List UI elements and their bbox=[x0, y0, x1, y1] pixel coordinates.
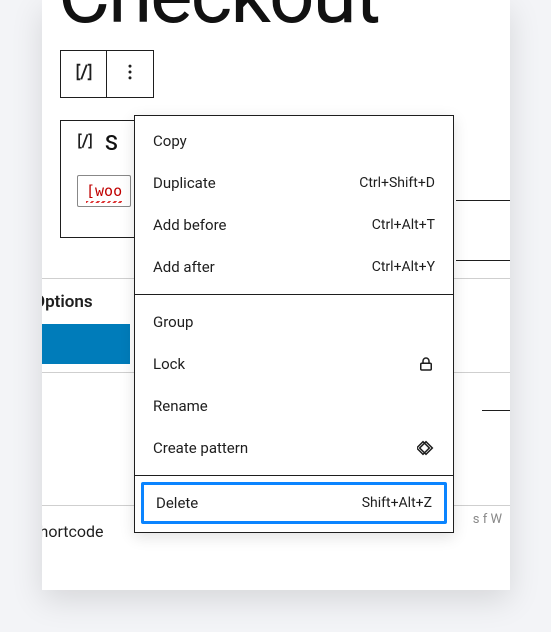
menu-item-shortcut: Ctrl+Alt+T bbox=[372, 217, 435, 233]
more-vertical-icon bbox=[120, 62, 140, 86]
page-title: Checkout bbox=[58, 0, 379, 42]
menu-item-label: Delete bbox=[156, 494, 198, 512]
pattern-icon bbox=[417, 439, 435, 457]
shortcode-icon bbox=[73, 61, 95, 87]
editor-card: Checkout S [wo bbox=[42, 0, 510, 590]
shortcode-input[interactable]: [woo bbox=[77, 175, 131, 207]
block-options-menu: Copy Duplicate Ctrl+Shift+D Add before C… bbox=[134, 115, 454, 533]
divider bbox=[456, 260, 510, 261]
menu-separator bbox=[135, 294, 453, 295]
divider bbox=[482, 410, 510, 411]
menu-item-label: Copy bbox=[153, 132, 187, 150]
page-options-label: e Options bbox=[42, 292, 93, 312]
shortcode-icon bbox=[75, 131, 95, 157]
menu-item-shortcut: Shift+Alt+Z bbox=[362, 495, 432, 511]
menu-item-group[interactable]: Group bbox=[135, 301, 453, 343]
menu-item-label: Rename bbox=[153, 397, 208, 415]
divider bbox=[456, 200, 510, 201]
more-options-button[interactable] bbox=[107, 51, 153, 97]
cutoff-text: s f W bbox=[473, 512, 502, 528]
menu-item-label: Add after bbox=[153, 258, 215, 276]
menu-item-label: Group bbox=[153, 313, 193, 331]
menu-item-rename[interactable]: Rename bbox=[135, 385, 453, 427]
menu-item-shortcut: Ctrl+Alt+Y bbox=[372, 259, 435, 275]
lock-icon bbox=[417, 355, 435, 373]
menu-separator bbox=[135, 475, 453, 476]
block-toolbar bbox=[60, 50, 154, 98]
block-header-text: S bbox=[105, 132, 118, 156]
menu-item-copy[interactable]: Copy bbox=[135, 120, 453, 162]
menu-item-delete[interactable]: Delete Shift+Alt+Z bbox=[141, 482, 447, 524]
menu-item-shortcut: Ctrl+Shift+D bbox=[359, 175, 435, 191]
menu-item-add-after[interactable]: Add after Ctrl+Alt+Y bbox=[135, 246, 453, 288]
menu-item-label: Lock bbox=[153, 355, 185, 373]
menu-item-duplicate[interactable]: Duplicate Ctrl+Shift+D bbox=[135, 162, 453, 204]
menu-item-label: Create pattern bbox=[153, 439, 248, 457]
menu-item-label: Duplicate bbox=[153, 174, 216, 192]
shortcode-block-icon-button[interactable] bbox=[61, 51, 107, 97]
menu-item-label: Add before bbox=[153, 216, 226, 234]
active-section-bar bbox=[42, 324, 130, 364]
menu-item-create-pattern[interactable]: Create pattern bbox=[135, 427, 453, 469]
menu-item-lock[interactable]: Lock bbox=[135, 343, 453, 385]
footer-block-label: Shortcode bbox=[42, 522, 104, 541]
menu-item-add-before[interactable]: Add before Ctrl+Alt+T bbox=[135, 204, 453, 246]
